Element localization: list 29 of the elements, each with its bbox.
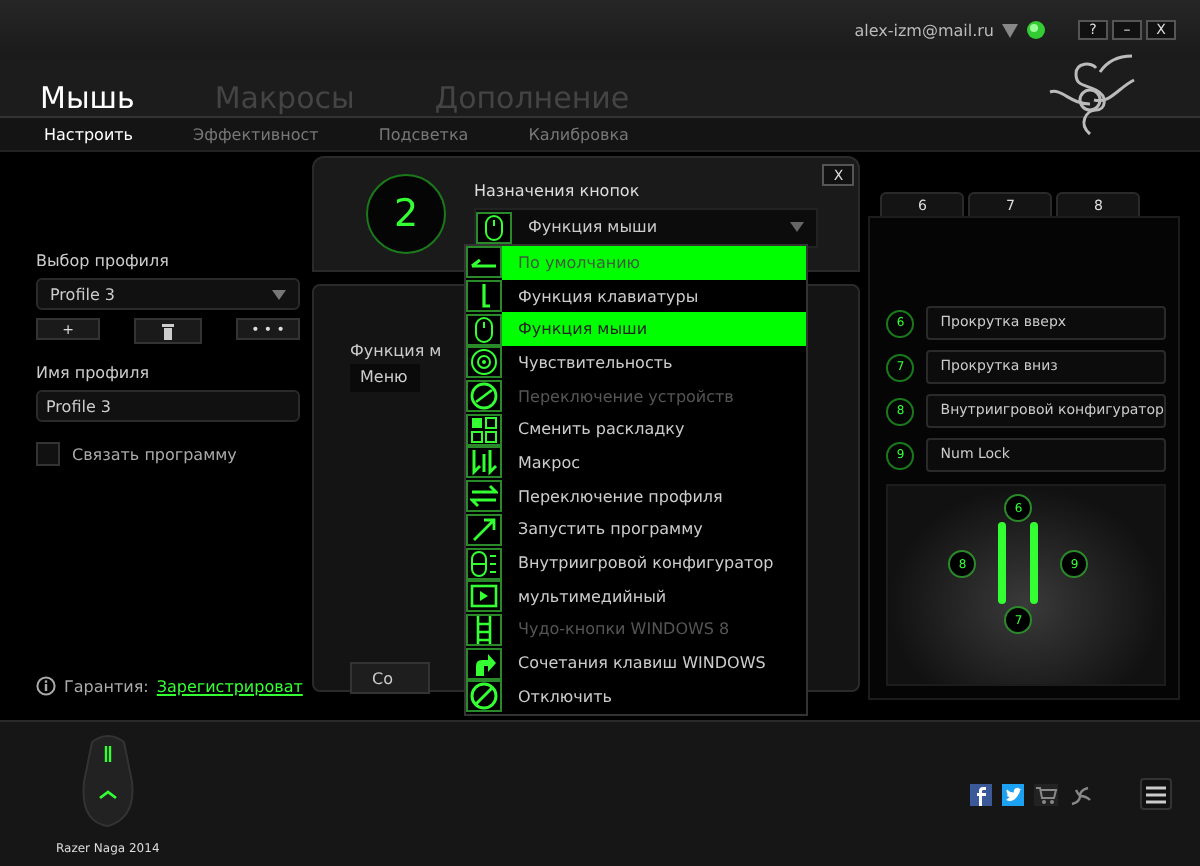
profile-select-label: Выбор профиля (36, 252, 171, 270)
profile-dropdown[interactable]: Profile 3 (36, 278, 300, 310)
main-tab[interactable]: Мышь (40, 80, 135, 116)
menu-item[interactable]: Внутриигровой конфигуратор (466, 546, 806, 580)
profile-name-field[interactable]: Profile 3 (36, 390, 300, 422)
menu-item[interactable]: Отключить (466, 679, 806, 714)
menu-item[interactable]: Сочетания клавиш WINDOWS (466, 646, 806, 680)
assignment-dropdown[interactable]: Функция мыши (474, 207, 819, 247)
sub-tab[interactable]: Настроить (44, 125, 134, 143)
menu-item[interactable]: Чувствительность (466, 346, 806, 380)
account-email[interactable]: alex-izm@mail.ru (854, 21, 994, 39)
register-link[interactable]: Зарегистрироват (156, 677, 303, 695)
link-program-label: Связать программу (72, 445, 237, 463)
assignment-label: Назначения кнопок (474, 181, 642, 199)
profile-name-label: Имя профиля (36, 364, 152, 382)
sub-tab[interactable]: Калибровка (528, 125, 629, 143)
menu-item[interactable]: Макрос (466, 446, 806, 480)
function-dropdown[interactable]: Меню (350, 364, 420, 392)
menu-item[interactable]: Сменить раскладку (466, 412, 806, 447)
button-number-badge: 2 (366, 174, 446, 254)
function-label: Функция м (350, 342, 444, 360)
warranty-label: Гарантия: (64, 677, 149, 695)
save-button[interactable]: Со (350, 662, 430, 694)
sub-tab[interactable]: Подсветка (378, 125, 469, 143)
sub-tab[interactable]: Эффективност (193, 125, 319, 143)
menu-item[interactable]: Функция клавиатуры (466, 279, 806, 313)
menu-item[interactable]: Запустить программу (466, 513, 806, 547)
menu-item[interactable]: мультимедийный (466, 579, 806, 614)
menu-item[interactable]: Переключение профиля (466, 479, 806, 513)
